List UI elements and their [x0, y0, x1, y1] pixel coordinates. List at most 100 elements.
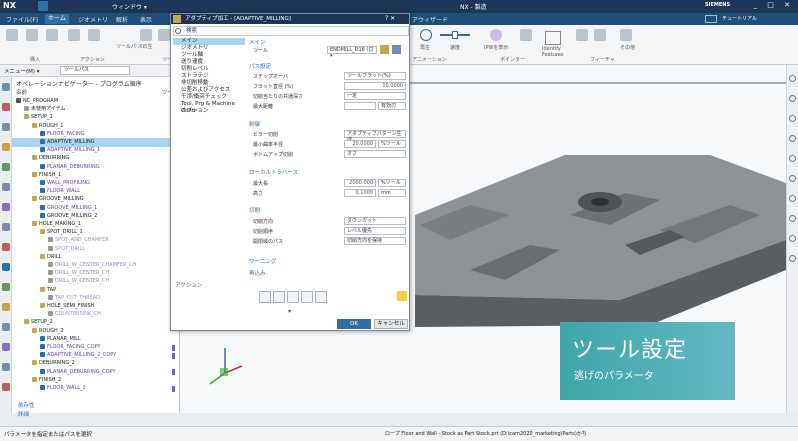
assembly-icon[interactable] — [2, 123, 10, 131]
reuse-library-icon[interactable] — [2, 243, 10, 251]
stepover-select[interactable]: ツールフラット(%) — [344, 72, 406, 80]
dialog-nav-geometry[interactable]: ジオメトリ — [173, 45, 245, 52]
method-icon[interactable] — [2, 183, 10, 191]
ipw-icon[interactable] — [490, 29, 502, 41]
machine-tool-icon[interactable] — [2, 143, 10, 151]
cancel-button[interactable]: キャンセル — [374, 319, 408, 329]
layer-icon[interactable] — [789, 255, 796, 262]
dialog-nav-tool-prg-machine[interactable]: Tool, Prg & Machine Contr — [173, 101, 245, 114]
tab-home[interactable]: ホーム — [45, 14, 69, 24]
ribbon-other-icon[interactable] — [620, 29, 632, 41]
ribbon-tool-9-icon[interactable] — [576, 29, 588, 41]
speed-slider-handle[interactable] — [452, 31, 458, 39]
cut-direction-select[interactable]: ダウンカット — [344, 217, 406, 225]
max-length-unit[interactable]: %ツール — [378, 179, 406, 187]
tab-view[interactable]: 表示 — [140, 15, 152, 24]
pan-icon[interactable] — [789, 135, 796, 142]
ribbon-tool-4-icon[interactable] — [68, 29, 80, 41]
navigator-icon[interactable] — [2, 83, 10, 91]
tool-select[interactable]: ENDMILL_D16 (口▾ — [327, 46, 377, 59]
ribbon-tool-8-icon[interactable] — [520, 29, 532, 41]
ribbon-tool-6-icon[interactable] — [140, 29, 152, 41]
history-icon[interactable] — [2, 223, 10, 231]
max-length-input[interactable]: 2000.000 — [344, 179, 376, 187]
height-unit[interactable]: mm — [378, 189, 406, 197]
section-control[interactable]: 制御 — [249, 120, 260, 128]
system-materials-icon[interactable] — [2, 303, 10, 311]
dialog-nav-feeds[interactable]: 送り速度 — [173, 59, 245, 66]
dialog-nav-tool-axis[interactable]: ツール軸 — [173, 52, 245, 59]
max-distance-input[interactable] — [344, 102, 376, 110]
tab-geometry[interactable]: ジオメトリ — [78, 15, 108, 24]
copy-icon[interactable] — [315, 291, 327, 303]
geometry-icon[interactable] — [2, 163, 10, 171]
identify-features-icon[interactable] — [545, 31, 561, 45]
help-icon[interactable] — [705, 15, 717, 23]
dialog-nav-options[interactable]: オプション — [173, 108, 245, 115]
web-browser-icon[interactable] — [2, 263, 10, 271]
manufacturing-wizard-icon[interactable] — [2, 343, 10, 351]
part-navigator-icon[interactable] — [2, 103, 10, 111]
tab-wizard[interactable]: アウィザード — [412, 15, 448, 24]
filter-select[interactable]: ツールパス — [60, 66, 130, 75]
ribbon-tool-1-icon[interactable] — [6, 29, 18, 41]
section-cut[interactable]: 切削 — [249, 206, 260, 214]
snap-icon[interactable] — [789, 215, 796, 222]
dialog-nav-non-cutting[interactable]: 非切削移動 — [173, 80, 245, 87]
bottom-up-select[interactable]: オフ — [344, 150, 406, 158]
dialog-controls[interactable]: ? ✕ — [385, 15, 395, 22]
tab-file[interactable]: ファイル(F) — [6, 15, 38, 24]
list-icon[interactable] — [301, 291, 313, 303]
ribbon-tool-7-icon[interactable] — [158, 29, 170, 41]
window-controls[interactable]: _ □ ✕ — [754, 1, 794, 9]
ok-button[interactable]: OK — [337, 319, 371, 329]
dialog-nav-tolerance[interactable]: 公差およびアクセス — [173, 87, 245, 94]
menu-dropdown[interactable]: メニュー(M) ▾ — [4, 67, 40, 75]
region-path-select[interactable]: 切削方向を保持 — [344, 237, 406, 245]
clock-icon[interactable] — [2, 383, 10, 391]
play-icon[interactable] — [420, 29, 432, 41]
tab-analysis[interactable]: 解析 — [116, 15, 128, 24]
dialog-nav-cut-levels[interactable]: 切削レベル — [173, 66, 245, 73]
more-actions-icon[interactable] — [397, 291, 407, 301]
generate-icon[interactable] — [259, 291, 271, 303]
section-path-settings[interactable]: パス設定 — [249, 62, 271, 70]
section-warning[interactable]: ワーニング — [249, 257, 277, 265]
orient-view-icon[interactable] — [789, 175, 796, 182]
rotate-icon[interactable] — [789, 115, 796, 122]
dialog-nav-main[interactable]: メイン — [173, 38, 245, 45]
help-search[interactable]: チュートリアル — [722, 15, 757, 22]
settings-icon[interactable] — [2, 363, 10, 371]
tree-row[interactable]: FLOOR_WALL_2 — [12, 384, 180, 393]
ribbon-tool-10-icon[interactable] — [594, 29, 606, 41]
edit-tool-icon[interactable] — [380, 45, 389, 54]
cut-order-select[interactable]: レベル優先 — [344, 227, 406, 235]
ribbon-tool-5-icon[interactable] — [88, 29, 100, 41]
section-main[interactable]: メイン — [249, 38, 266, 46]
dialog-nav-collision[interactable]: 干渉/衝突チェック — [173, 94, 245, 101]
lower-viewport[interactable] — [180, 318, 410, 413]
save-icon[interactable] — [38, 1, 48, 11]
replay-icon[interactable] — [273, 291, 285, 303]
dialog-nav-strategy[interactable]: ストラテジ — [173, 73, 245, 80]
dialog-search-input[interactable]: 検索 — [173, 26, 409, 36]
flat-diameter-input[interactable]: 10.0000 — [344, 82, 406, 90]
pattern-select[interactable]: アダプティブパターン生成 — [344, 130, 406, 143]
height-input[interactable]: 0.1000 — [344, 189, 376, 197]
info-icon[interactable] — [789, 235, 796, 242]
render-style-icon[interactable] — [789, 155, 796, 162]
dependencies-section[interactable]: 依存性 — [18, 401, 35, 409]
common-depth-select[interactable]: 一定 — [344, 92, 406, 100]
ribbon-tool-2-icon[interactable] — [26, 29, 38, 41]
section-info[interactable]: 再込み — [249, 269, 266, 277]
min-radius-unit[interactable]: %ツール — [378, 140, 406, 148]
process-studio-icon[interactable] — [2, 323, 10, 331]
section-local-return[interactable]: ローカルトラバース — [249, 168, 298, 176]
section-icon[interactable] — [789, 195, 796, 202]
dialog-collapse-icon[interactable]: ▾ — [288, 308, 291, 315]
display-tool-icon[interactable] — [392, 45, 401, 54]
verify-icon[interactable] — [287, 291, 299, 303]
ribbon-tool-3-icon[interactable] — [46, 29, 58, 41]
fit-view-icon[interactable] — [789, 75, 796, 82]
window-menu[interactable]: ウィンドウ ▾ — [112, 2, 147, 11]
